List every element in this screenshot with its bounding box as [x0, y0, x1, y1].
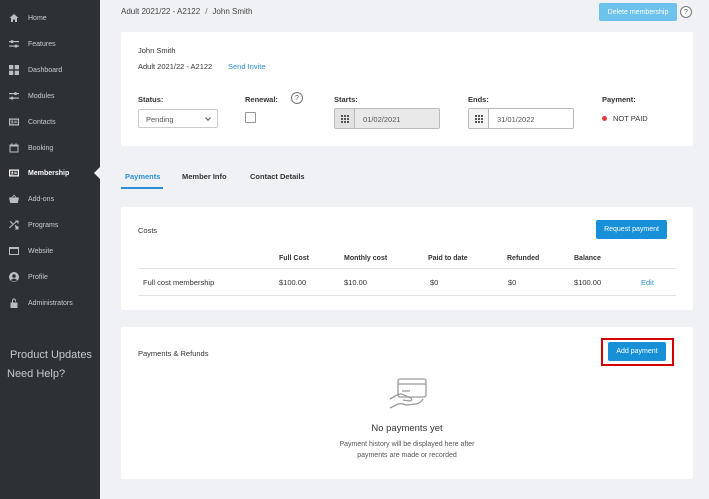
shuffle-icon [9, 220, 19, 230]
product-updates-link[interactable]: Product Updates [10, 349, 92, 361]
cost-monthly: $10.00 [344, 278, 367, 287]
chevron-down-icon [205, 115, 211, 121]
membership-code: Adult 2021/22 - A2122 [138, 62, 213, 71]
sidebar-item-label: Features [28, 40, 56, 48]
costs-title: Costs [138, 226, 158, 235]
payment-label: Payment: [602, 95, 636, 104]
payment-status-value: NOT PAID [613, 114, 648, 123]
starts-date-value: 01/02/2021 [363, 115, 401, 124]
member-details-card: John Smith Adult 2021/22 - A2122 Send In… [121, 32, 693, 146]
status-value: Pending [146, 115, 174, 124]
sidebar-item-label: Administrators [28, 299, 73, 307]
card-payment-icon [389, 378, 427, 409]
renewal-label: Renewal: [245, 95, 278, 104]
calendar-icon [335, 109, 355, 128]
sidebar-item-administrators[interactable]: Administrators [0, 294, 100, 312]
home-icon [9, 13, 19, 23]
id-card-icon [9, 168, 19, 178]
sidebar-item-modules[interactable]: Modules [0, 87, 100, 105]
starts-label: Starts: [334, 95, 358, 104]
sidebar: Home Features Dashboard Modules Contacts… [0, 0, 100, 499]
active-indicator [94, 167, 100, 179]
browser-icon [9, 246, 19, 256]
column-header-refunded: Refunded [507, 255, 540, 262]
payment-status: NOT PAID [602, 114, 648, 123]
sidebar-item-label: Add-ons [28, 195, 55, 203]
sliders-icon [9, 39, 19, 49]
column-header-paid-to-date: Paid to date [428, 255, 468, 262]
sidebar-item-profile[interactable]: Profile [0, 268, 100, 286]
sidebar-item-contacts[interactable]: Contacts [0, 113, 100, 131]
ends-date-value: 31/01/2022 [497, 115, 535, 124]
sidebar-item-features[interactable]: Features [0, 35, 100, 53]
sidebar-item-home[interactable]: Home [0, 9, 100, 27]
column-header-full-cost: Full Cost [279, 255, 309, 262]
sidebar-item-programs[interactable]: Programs [0, 216, 100, 234]
active-tab-underline [121, 187, 163, 189]
id-card-icon [9, 117, 19, 127]
sidebar-item-website[interactable]: Website [0, 242, 100, 260]
breadcrumb-separator: / [205, 7, 208, 16]
breadcrumb-membership[interactable]: Adult 2021/22 - A2122 [121, 7, 200, 16]
cost-full-cost: $100.00 [279, 278, 307, 287]
status-select[interactable]: Pending [138, 109, 218, 128]
delete-membership-button[interactable]: Delete membership [599, 3, 677, 21]
empty-state-description: Payment history will be displayed here a… [121, 439, 693, 461]
send-invite-link[interactable]: Send Invite [228, 62, 266, 71]
basket-icon [9, 194, 19, 204]
tab-contact-details[interactable]: Contact Details [250, 172, 305, 181]
breadcrumb: Adult 2021/22 - A2122 / John Smith [121, 7, 252, 16]
grid-icon [9, 65, 19, 75]
request-payment-button[interactable]: Request payment [596, 220, 667, 239]
table-divider [138, 295, 676, 296]
empty-state-line: payments are made or recorded [357, 452, 457, 459]
sidebar-item-label: Contacts [28, 118, 56, 126]
column-header-balance: Balance [574, 255, 601, 262]
sidebar-item-label: Home [28, 14, 47, 22]
starts-date-field: 01/02/2021 [334, 108, 440, 129]
lock-icon [9, 298, 19, 308]
sidebar-item-label: Profile [28, 273, 48, 281]
sidebar-item-booking[interactable]: Booking [0, 139, 100, 157]
costs-card: Costs Request payment Full Cost Monthly … [121, 207, 693, 310]
cost-balance: $100.00 [574, 278, 602, 287]
sliders-icon [9, 91, 19, 101]
sidebar-item-label: Website [28, 247, 54, 255]
payments-title: Payments & Refunds [138, 349, 209, 358]
empty-state-line: Payment history will be displayed here a… [339, 441, 475, 448]
help-icon[interactable]: ? [680, 6, 692, 18]
sidebar-item-add-ons[interactable]: Add-ons [0, 190, 100, 208]
user-icon [9, 272, 19, 282]
need-help-link[interactable]: Need Help? [7, 368, 65, 380]
ends-label: Ends: [468, 95, 489, 104]
edit-cost-link[interactable]: Edit [641, 278, 654, 287]
tab-payments[interactable]: Payments [125, 172, 160, 181]
column-header-monthly-cost: Monthly cost [344, 255, 388, 262]
renewal-checkbox[interactable] [245, 112, 256, 123]
empty-state-title: No payments yet [371, 423, 443, 434]
sidebar-item-label: Modules [28, 92, 55, 100]
sidebar-item-label: Programs [28, 221, 59, 229]
calendar-icon[interactable] [469, 109, 489, 128]
table-divider [138, 268, 676, 269]
status-dot-icon [602, 116, 607, 121]
sidebar-item-membership[interactable]: Membership [0, 164, 100, 182]
sidebar-item-label: Dashboard [28, 66, 63, 74]
cost-refunded: $0 [508, 278, 517, 287]
cost-row-name: Full cost membership [143, 278, 215, 287]
sidebar-item-label: Booking [28, 144, 54, 152]
status-label: Status: [138, 95, 164, 104]
calendar-icon [9, 143, 19, 153]
sidebar-item-dashboard[interactable]: Dashboard [0, 61, 100, 79]
tab-member-info[interactable]: Member Info [182, 172, 227, 181]
breadcrumb-member: John Smith [212, 7, 253, 16]
ends-date-field[interactable]: 31/01/2022 [468, 108, 574, 129]
sidebar-item-label: Membership [28, 169, 70, 177]
renewal-help-icon[interactable]: ? [291, 92, 303, 104]
cost-paid-to-date: $0 [430, 278, 439, 287]
add-payment-highlight [601, 338, 674, 366]
member-name: John Smith [138, 46, 176, 55]
